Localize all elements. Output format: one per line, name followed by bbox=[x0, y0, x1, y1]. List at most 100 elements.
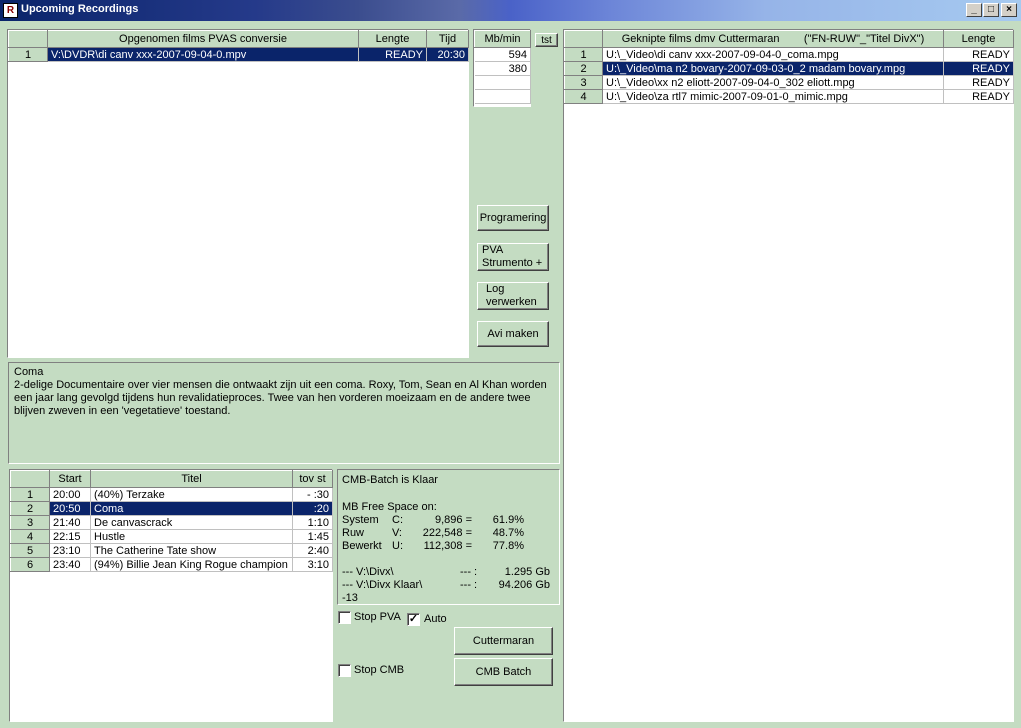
row-number[interactable]: 1 bbox=[8, 47, 48, 62]
length-cell[interactable]: READY bbox=[358, 47, 427, 62]
file-cell[interactable]: U:\_Video\ma n2 bovary-2007-09-03-0_2 ma… bbox=[602, 61, 944, 76]
table-row[interactable]: 1 20:00 (40%) Terzake - :30 bbox=[10, 487, 333, 502]
mbmin-cell[interactable] bbox=[474, 89, 531, 104]
time-cell[interactable]: 20:30 bbox=[426, 47, 469, 62]
pva-line2: Strumento + bbox=[482, 257, 543, 269]
drive-letter: U: bbox=[392, 540, 403, 552]
stop-pva-checkbox[interactable] bbox=[338, 611, 351, 624]
description-panel: Coma 2-delige Documentaire over vier men… bbox=[8, 362, 560, 464]
schedule-table[interactable]: Start Titel tov st 1 20:00 (40%) Terzake… bbox=[9, 469, 333, 722]
auto-label[interactable]: Auto bbox=[424, 613, 447, 625]
table-row[interactable]: 6 23:40 (94%) Billie Jean King Rogue cha… bbox=[10, 557, 333, 572]
batch-status: CMB-Batch is Klaar bbox=[342, 474, 438, 486]
log-line1: Log bbox=[486, 283, 505, 295]
start-cell[interactable]: 23:40 bbox=[49, 557, 91, 572]
start-cell[interactable]: 23:10 bbox=[49, 543, 91, 558]
table-row[interactable]: 1 U:\_Video\di canv xxx-2007-09-04-0_com… bbox=[564, 47, 1014, 62]
title-cell[interactable]: Hustle bbox=[90, 529, 293, 544]
table-row[interactable]: 1 V:\DVDR\di canv xxx-2007-09-04-0.mpv R… bbox=[8, 47, 469, 62]
length-cell[interactable]: READY bbox=[943, 75, 1014, 90]
row-number[interactable]: 4 bbox=[10, 529, 50, 544]
pva-strumento-button[interactable]: PVA Strumento + bbox=[477, 243, 549, 271]
table-row[interactable]: 3 21:40 De canvascrack 1:10 bbox=[10, 515, 333, 530]
start-cell[interactable]: 20:00 bbox=[49, 487, 91, 502]
length-cell[interactable]: READY bbox=[943, 47, 1014, 62]
file-cell[interactable]: U:\_Video\za rtl7 mimic-2007-09-01-0_mim… bbox=[602, 89, 944, 104]
row-number[interactable]: 3 bbox=[564, 75, 603, 90]
mbmin-cell[interactable]: 594 bbox=[474, 47, 531, 62]
offset-cell[interactable]: 1:10 bbox=[292, 515, 333, 530]
file-cell[interactable]: U:\_Video\xx n2 eliott-2007-09-04-0_302 … bbox=[602, 75, 944, 90]
check-mark-icon: ✓ bbox=[408, 613, 419, 625]
row-number[interactable]: 2 bbox=[10, 501, 50, 516]
stop-pva-label[interactable]: Stop PVA bbox=[354, 611, 401, 623]
row-number[interactable]: 6 bbox=[10, 557, 50, 572]
mbmin-cell[interactable] bbox=[474, 75, 531, 90]
drive-pct: 48.7% bbox=[492, 527, 524, 539]
mbmin-cell[interactable]: 380 bbox=[474, 61, 531, 76]
cut-col-file[interactable]: Geknipte films dmv Cuttermaran ("FN-RUW"… bbox=[602, 30, 944, 48]
length-cell[interactable]: READY bbox=[943, 89, 1014, 104]
programering-button[interactable]: Programering bbox=[477, 205, 549, 231]
length-cell[interactable]: READY bbox=[943, 61, 1014, 76]
row-number[interactable]: 2 bbox=[564, 61, 603, 76]
row-number[interactable]: 1 bbox=[564, 47, 603, 62]
offset-cell[interactable]: - :30 bbox=[292, 487, 333, 502]
pvas-col-time[interactable]: Tijd bbox=[426, 30, 469, 48]
mbmin-grid[interactable]: Mb/min 594 380 bbox=[473, 29, 531, 107]
offset-cell[interactable]: 2:40 bbox=[292, 543, 333, 558]
title-cell[interactable]: De canvascrack bbox=[90, 515, 293, 530]
start-cell[interactable]: 21:40 bbox=[49, 515, 91, 530]
table-row[interactable]: 4 22:15 Hustle 1:45 bbox=[10, 529, 333, 544]
cut-table[interactable]: Geknipte films dmv Cuttermaran ("FN-RUW"… bbox=[563, 29, 1014, 722]
table-row[interactable]: 5 23:10 The Catherine Tate show 2:40 bbox=[10, 543, 333, 558]
table-row[interactable]: 3 U:\_Video\xx n2 eliott-2007-09-04-0_30… bbox=[564, 75, 1014, 90]
drive-letter: V: bbox=[392, 527, 402, 539]
table-row[interactable]: 4 U:\_Video\za rtl7 mimic-2007-09-01-0_m… bbox=[564, 89, 1014, 104]
title-bar: R Upcoming Recordings _ □ × bbox=[0, 0, 1021, 21]
pva-line1: PVA bbox=[482, 244, 504, 256]
start-cell[interactable]: 20:50 bbox=[49, 501, 91, 516]
free-space-header: MB Free Space on: bbox=[342, 501, 437, 513]
pvas-table[interactable]: Opgenomen films PVAS conversie Lengte Ti… bbox=[7, 29, 469, 358]
row-number[interactable]: 3 bbox=[10, 515, 50, 530]
stop-cmb-checkbox[interactable] bbox=[338, 664, 351, 677]
pvas-col-length[interactable]: Lengte bbox=[358, 30, 427, 48]
offset-cell[interactable]: 3:10 bbox=[292, 557, 333, 572]
close-button[interactable]: × bbox=[1001, 3, 1017, 17]
drive-mb: 9,896 = bbox=[434, 514, 472, 526]
pvas-col-num bbox=[8, 30, 48, 48]
table-row[interactable]: 2 U:\_Video\ma n2 bovary-2007-09-03-0_2 … bbox=[564, 61, 1014, 76]
cuttermaran-button[interactable]: Cuttermaran bbox=[454, 627, 553, 655]
log-verwerken-button[interactable]: Log verwerken bbox=[477, 282, 549, 310]
pvas-col-file[interactable]: Opgenomen films PVAS conversie bbox=[47, 30, 359, 48]
stop-cmb-label[interactable]: Stop CMB bbox=[354, 664, 404, 676]
start-cell[interactable]: 22:15 bbox=[49, 529, 91, 544]
title-cell[interactable]: The Catherine Tate show bbox=[90, 543, 293, 558]
row-number[interactable]: 4 bbox=[564, 89, 603, 104]
auto-checkbox[interactable]: ✓ bbox=[407, 613, 420, 626]
title-cell[interactable]: (94%) Billie Jean King Rogue champion bbox=[90, 557, 293, 572]
file-cell[interactable]: U:\_Video\di canv xxx-2007-09-04-0_coma.… bbox=[602, 47, 944, 62]
tst-button[interactable]: tst bbox=[535, 33, 558, 47]
title-cell[interactable]: (40%) Terzake bbox=[90, 487, 293, 502]
schedule-col-num bbox=[10, 470, 50, 488]
schedule-col-start[interactable]: Start bbox=[49, 470, 91, 488]
minimize-button[interactable]: _ bbox=[966, 3, 982, 17]
schedule-col-title[interactable]: Titel bbox=[90, 470, 293, 488]
status-last: -13 bbox=[342, 592, 358, 604]
film-icon: R bbox=[3, 3, 18, 18]
maximize-button[interactable]: □ bbox=[983, 3, 999, 17]
title-cell[interactable]: Coma bbox=[90, 501, 293, 516]
row-number[interactable]: 5 bbox=[10, 543, 50, 558]
cut-col-length[interactable]: Lengte bbox=[943, 30, 1014, 48]
offset-cell[interactable]: :20 bbox=[292, 501, 333, 516]
file-cell[interactable]: V:\DVDR\di canv xxx-2007-09-04-0.mpv bbox=[47, 47, 359, 62]
table-row[interactable]: 2 20:50 Coma :20 bbox=[10, 501, 333, 516]
schedule-col-offset[interactable]: tov st bbox=[292, 470, 333, 488]
row-number[interactable]: 1 bbox=[10, 487, 50, 502]
drive-name: System bbox=[342, 514, 379, 526]
avi-maken-button[interactable]: Avi maken bbox=[477, 321, 549, 347]
cmb-batch-button[interactable]: CMB Batch bbox=[454, 658, 553, 686]
offset-cell[interactable]: 1:45 bbox=[292, 529, 333, 544]
